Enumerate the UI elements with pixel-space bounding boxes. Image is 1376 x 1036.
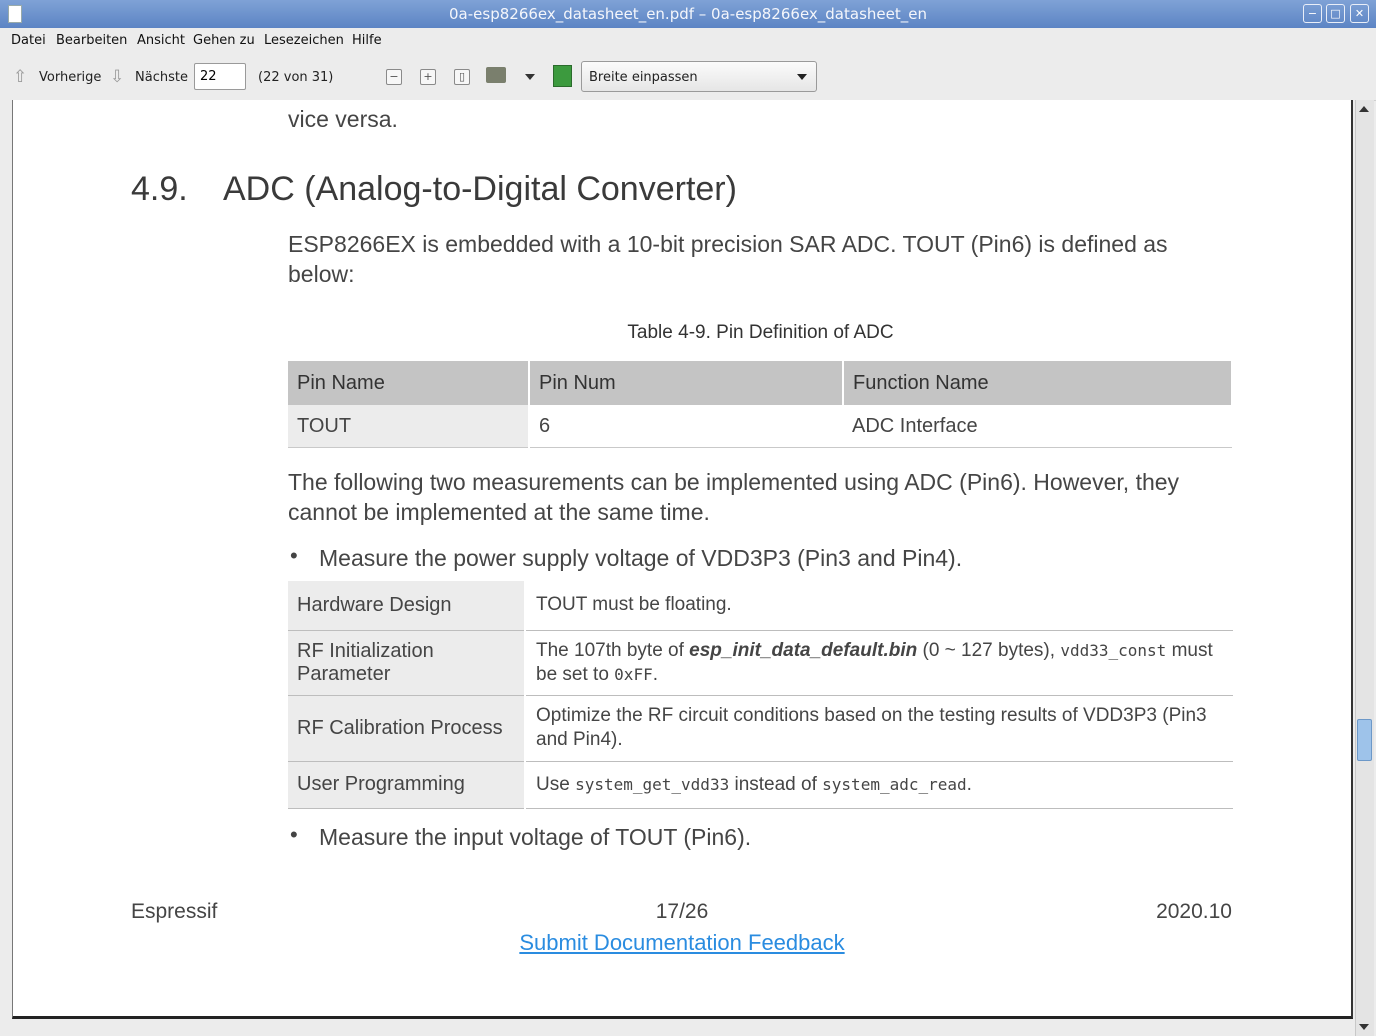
table-cell: ADC Interface (843, 405, 1232, 448)
download-icon[interactable] (553, 65, 572, 87)
cell-text: instead of (729, 773, 823, 795)
table-header-cell: Pin Name (288, 361, 530, 405)
page-count-label: (22 von 31) (258, 70, 334, 85)
table-cell: Hardware Design (288, 581, 526, 631)
menu-lesezeichen[interactable]: Lesezeichen (264, 33, 344, 48)
bullet-icon: • (290, 543, 298, 568)
pin-definition-table: Pin Name Pin Num Function Name TOUT 6 AD… (288, 361, 1233, 448)
previous-paragraph-tail: vice versa. (288, 106, 398, 132)
table-cell: TOUT (288, 405, 530, 448)
pdf-page: vice versa. 4.9. ADC (Analog-to-Digital … (12, 100, 1353, 1019)
vertical-scrollbar[interactable] (1355, 100, 1374, 1036)
menu-hilfe[interactable]: Hilfe (352, 33, 382, 48)
section-title: ADC (Analog-to-Digital Converter) (223, 170, 737, 208)
bullet-item: Measure the power supply voltage of VDD3… (319, 545, 963, 571)
table-cell: The 107th byte of esp_init_data_default.… (525, 630, 1233, 696)
zoom-in-icon[interactable]: + (420, 69, 436, 85)
scroll-down-icon[interactable] (1359, 1024, 1369, 1030)
table-header-cell: Function Name (843, 361, 1233, 405)
intro-text-line2: below: (288, 261, 355, 287)
code-text: 0xFF (614, 664, 653, 684)
cell-text: . (652, 663, 658, 685)
chevron-down-icon (797, 74, 807, 80)
table-cell: RF Initialization Parameter (288, 630, 526, 696)
file-name: esp_init_data_default.bin (689, 639, 918, 661)
table-cell: RF Calibration Process (288, 695, 526, 762)
code-text: vdd33_const (1060, 640, 1167, 660)
zoom-out-icon[interactable]: − (386, 69, 402, 85)
feedback-link-row: Submit Documentation Feedback (13, 930, 1351, 956)
paragraph-line1: The following two measurements can be im… (288, 469, 1180, 495)
previous-page-button[interactable]: Vorherige (39, 70, 101, 85)
section-number: 4.9. (131, 170, 188, 208)
table-cell: User Programming (288, 761, 526, 809)
table-row: RF Initialization Parameter The 107th by… (288, 630, 1233, 696)
minimize-button[interactable]: − (1303, 4, 1322, 23)
toolbar: ⇧ Vorherige ⇩ Nächste (22 von 31) − + ▯ … (0, 54, 1376, 101)
bullet-item: Measure the input voltage of TOUT (Pin6)… (319, 824, 752, 850)
cell-text: The 107th byte of (536, 639, 690, 661)
menu-bearbeiten[interactable]: Bearbeiten (56, 33, 127, 48)
menu-bar: Datei Bearbeiten Ansicht Gehen zu Leseze… (0, 28, 1376, 54)
previous-page-icon[interactable]: ⇧ (13, 67, 27, 87)
table-header-row: Pin Name Pin Num Function Name (288, 361, 1233, 405)
table-cell: Use system_get_vdd33 instead of system_a… (525, 761, 1233, 809)
measurement-table: Hardware Design TOUT must be floating. R… (288, 581, 1233, 809)
zoom-select-value: Breite einpassen (589, 70, 698, 85)
maximize-button[interactable]: □ (1326, 4, 1345, 23)
fit-page-icon[interactable]: ▯ (454, 69, 470, 85)
table-cell: TOUT must be floating. (525, 581, 1233, 631)
footer-date: 2020.10 (1156, 900, 1232, 923)
bullet-icon: • (290, 822, 298, 847)
code-text: system_get_vdd33 (575, 774, 730, 794)
feedback-link[interactable]: Submit Documentation Feedback (519, 930, 844, 955)
cell-text: Use (536, 773, 576, 795)
window-title: 0a-esp8266ex_datasheet_en.pdf – 0a-esp82… (449, 5, 927, 23)
table-header-cell: Pin Num (529, 361, 844, 405)
document-viewport[interactable]: vice versa. 4.9. ADC (Analog-to-Digital … (0, 100, 1355, 1036)
next-page-icon[interactable]: ⇩ (110, 67, 124, 87)
table-row: User Programming Use system_get_vdd33 in… (288, 761, 1233, 809)
paragraph-line2: cannot be implemented at the same time. (288, 499, 710, 525)
cell-text: (0 ~ 127 bytes), (917, 639, 1061, 661)
scrollbar-thumb[interactable] (1357, 719, 1372, 761)
page-number-input[interactable] (194, 63, 246, 90)
table-cell: Optimize the RF circuit conditions based… (525, 695, 1233, 762)
close-button[interactable]: ✕ (1350, 4, 1369, 23)
open-folder-icon[interactable] (486, 67, 506, 83)
table-row: Hardware Design TOUT must be floating. (288, 581, 1233, 631)
footer-page-number: 17/26 (655, 900, 709, 923)
title-bar: 0a-esp8266ex_datasheet_en.pdf – 0a-esp82… (0, 0, 1376, 28)
table-caption: Table 4-9. Pin Definition of ADC (627, 322, 894, 343)
cell-text: . (966, 773, 972, 795)
scroll-up-icon[interactable] (1359, 106, 1369, 112)
next-page-button[interactable]: Nächste (135, 70, 188, 85)
menu-ansicht[interactable]: Ansicht (137, 33, 185, 48)
menu-gehen-zu[interactable]: Gehen zu (193, 33, 255, 48)
table-cell: 6 (529, 405, 843, 448)
menu-datei[interactable]: Datei (11, 33, 46, 48)
table-row: TOUT 6 ADC Interface (288, 405, 1232, 448)
chevron-down-icon[interactable] (525, 74, 535, 80)
zoom-select[interactable]: Breite einpassen (581, 61, 817, 92)
table-row: RF Calibration Process Optimize the RF c… (288, 695, 1233, 762)
code-text: system_adc_read (822, 774, 967, 794)
intro-text-line1: ESP8266EX is embedded with a 10-bit prec… (288, 231, 1168, 257)
